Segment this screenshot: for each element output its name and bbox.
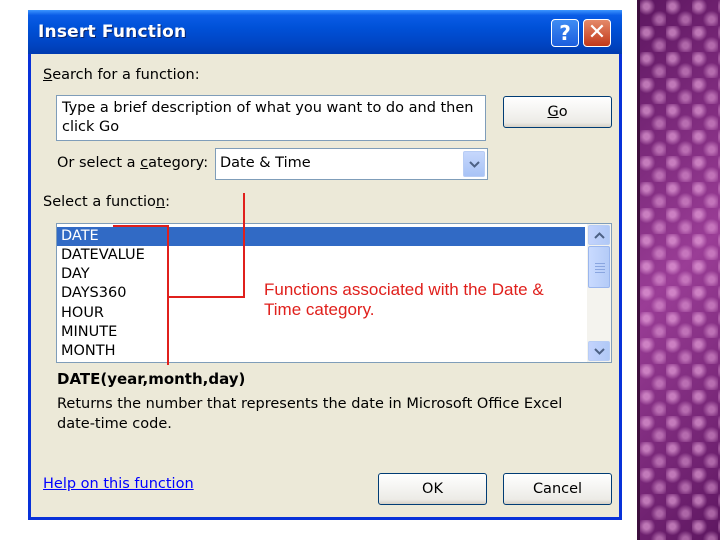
function-syntax: DATE(year,month,day) [57,370,246,388]
chevron-down-icon [594,348,605,355]
slide-decoration-strip [640,0,720,540]
close-button[interactable]: ✕ [583,19,611,47]
close-icon: ✕ [587,20,607,45]
cancel-button[interactable]: Cancel [503,473,612,505]
annotation-text: Functions associated with the Date & Tim… [264,280,544,319]
annotation-vertical-line [243,193,245,298]
chevron-down-icon [469,161,480,168]
category-label: Or select a category: [57,155,209,171]
vertical-scrollbar[interactable] [587,224,611,362]
search-label: Search for a function: [43,67,200,83]
search-input[interactable]: Type a brief description of what you wan… [56,95,486,141]
list-item[interactable]: DATE [57,227,585,246]
category-value: Date & Time [220,155,311,171]
insert-function-dialog: Insert Function ? ✕ Search for a functio… [28,10,622,520]
function-description: Returns the number that represents the d… [57,396,563,432]
scroll-up-button[interactable] [588,225,610,245]
list-item[interactable]: DATEVALUE [57,246,585,265]
help-icon: ? [559,21,571,45]
list-item[interactable]: MINUTE [57,323,585,342]
annotation-bracket [167,225,169,365]
title-bar[interactable]: Insert Function ? ✕ [28,10,622,54]
category-select[interactable]: Date & Time [215,148,488,180]
chevron-up-icon [594,232,605,239]
scroll-thumb[interactable] [588,246,610,288]
dialog-title: Insert Function [38,22,187,42]
ok-button[interactable]: OK [378,473,487,505]
function-list-label: Select a function: [43,194,170,210]
go-button[interactable]: Go [503,96,612,128]
list-item[interactable]: MONTH [57,342,585,361]
help-on-function-link[interactable]: Help on this function [43,476,194,492]
scroll-down-button[interactable] [588,341,610,361]
dropdown-arrow-button[interactable] [463,151,485,177]
annotation-bracket-top [113,225,168,227]
annotation-connector [167,296,245,298]
help-button[interactable]: ? [551,19,579,47]
